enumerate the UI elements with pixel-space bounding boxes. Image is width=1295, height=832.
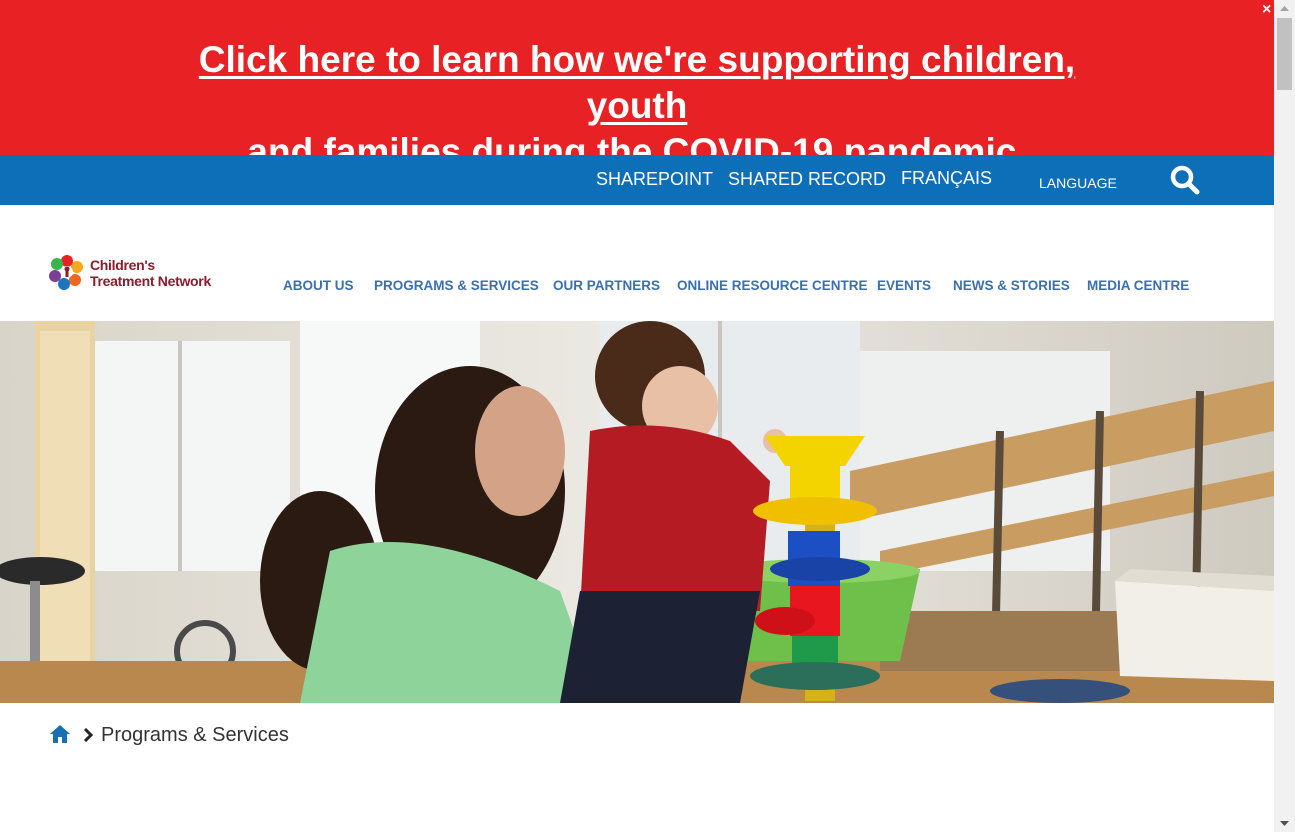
hero-photo [0, 321, 1274, 703]
logo-line-1: Children's [90, 257, 155, 273]
scrollbar-thumb[interactable] [1277, 18, 1292, 90]
nav-programs-services[interactable]: PROGRAMS & SERVICES [374, 278, 539, 294]
chevron-right-icon [83, 727, 94, 743]
shared-record-link[interactable]: SHARED RECORD [728, 168, 886, 190]
nav-media-centre[interactable]: MEDIA CENTRE [1087, 278, 1189, 294]
page-viewport: Click here to learn how we're supporting… [0, 0, 1274, 832]
scroll-down-arrow-icon[interactable] [1274, 815, 1295, 832]
nav-events[interactable]: EVENTS [877, 278, 931, 294]
nav-online-resource-centre[interactable]: ONLINE RESOURCE CENTRE [677, 278, 868, 294]
search-icon [1170, 165, 1200, 195]
alert-line-1[interactable]: Click here to learn how we're supporting… [150, 37, 1124, 129]
sharepoint-link[interactable]: SHAREPOINT [596, 168, 713, 190]
nav-about-us[interactable]: ABOUT US [283, 278, 354, 294]
nav-our-partners[interactable]: OUR PARTNERS [553, 278, 660, 294]
home-icon[interactable] [49, 723, 71, 745]
nav-news-stories[interactable]: NEWS & STORIES [953, 278, 1070, 294]
vertical-scrollbar[interactable] [1274, 0, 1295, 832]
site-logo[interactable]: Children's Treatment Network [49, 254, 219, 292]
utility-bar: SHAREPOINT SHARED RECORD FRANÇAIS LANGUA… [0, 155, 1274, 205]
covid-alert-banner: Click here to learn how we're supporting… [0, 0, 1274, 172]
logo-flower-icon [49, 255, 83, 290]
logo-text: Children's Treatment Network [90, 257, 211, 289]
hero-image [0, 321, 1274, 703]
scroll-up-arrow-icon[interactable] [1274, 0, 1295, 17]
logo-line-2: Treatment Network [90, 273, 211, 289]
language-selector[interactable]: LANGUAGE [1039, 172, 1117, 194]
francais-link[interactable]: FRANÇAIS [901, 167, 992, 189]
search-button[interactable] [1168, 163, 1202, 197]
breadcrumb-current: Programs & Services [101, 724, 289, 746]
